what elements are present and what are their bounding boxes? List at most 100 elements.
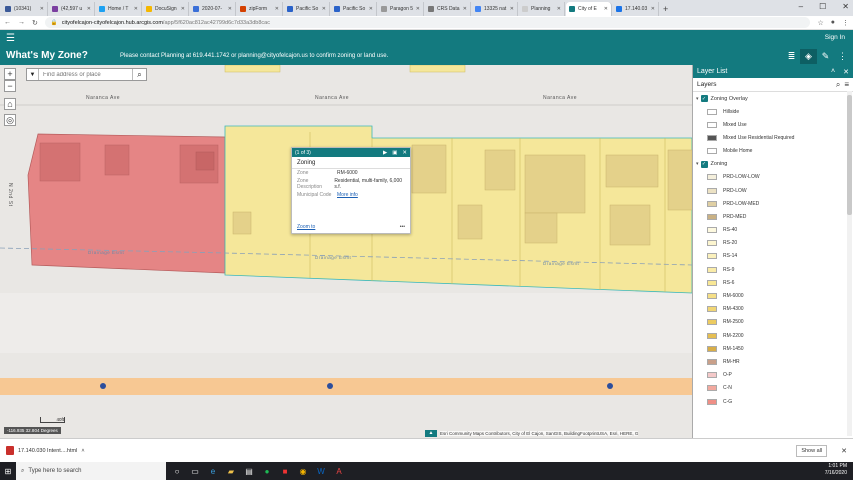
browser-tab[interactable]: (42,597 u ✕ xyxy=(49,2,95,16)
browser-tab[interactable]: Paragon 5 ✕ xyxy=(378,2,424,16)
close-tab-icon[interactable]: ✕ xyxy=(275,6,279,12)
browser-tab[interactable]: (10341) ✕ xyxy=(2,2,48,16)
browser-tab[interactable]: Planning ✕ xyxy=(519,2,565,16)
close-tab-icon[interactable]: ✕ xyxy=(134,6,138,12)
close-tab-icon[interactable]: ✕ xyxy=(228,6,232,12)
browser-tab[interactable]: Pacific So ✕ xyxy=(284,2,330,16)
easement-label: Drainage Esmt xyxy=(315,255,352,260)
minimize-icon[interactable]: – xyxy=(799,2,803,11)
browser-tab[interactable]: Home / T ✕ xyxy=(96,2,142,16)
new-tab-button[interactable]: + xyxy=(663,4,668,14)
browser-tab[interactable]: Pacific So ✕ xyxy=(331,2,377,16)
overflow-menu-icon[interactable]: ⋮ xyxy=(834,49,851,64)
browser-tab[interactable]: DocuSign ✕ xyxy=(143,2,189,16)
more-actions-icon[interactable]: ••• xyxy=(400,224,405,230)
draw-pencil-icon[interactable]: ✎ xyxy=(817,49,834,64)
reload-icon[interactable]: ↻ xyxy=(32,19,38,27)
star-icon[interactable]: ☆ xyxy=(817,19,823,27)
close-panel-icon[interactable]: ✕ xyxy=(843,68,849,76)
close-tab-icon[interactable]: ✕ xyxy=(604,6,608,12)
hamburger-menu-icon[interactable]: ☰ xyxy=(6,33,15,44)
layer-group[interactable]: ▾ ✓ Zoning xyxy=(693,158,853,171)
layer-search-icon[interactable]: ⌕ xyxy=(836,80,840,90)
close-tab-icon[interactable]: ✕ xyxy=(557,6,561,12)
windows-start-icon[interactable]: ⊞ xyxy=(0,462,16,480)
downloaded-file[interactable]: 17.140.030 Intent....html ˄ xyxy=(6,446,85,455)
cortana-icon[interactable]: ○ xyxy=(170,462,184,480)
close-popup-icon[interactable]: ✕ xyxy=(402,150,407,156)
tab-label: 2020-07- xyxy=(202,6,223,12)
word-icon[interactable]: W xyxy=(314,462,328,480)
layer-visibility-checkbox[interactable]: ✓ xyxy=(700,160,708,168)
close-tab-icon[interactable]: ✕ xyxy=(651,6,655,12)
task-view-icon[interactable]: ▭ xyxy=(188,462,202,480)
attribution-toggle-icon[interactable]: ▲ xyxy=(425,430,437,437)
map-view[interactable]: Naranca Ave Naranca Ave Naranca Ave N 2n… xyxy=(0,65,692,438)
search-source-dropdown-icon[interactable]: ▼ xyxy=(27,69,39,80)
legend-label: Mobile Home xyxy=(723,148,753,155)
legend-label: C-G xyxy=(723,398,733,405)
close-download-bar-icon[interactable]: ✕ xyxy=(841,447,847,455)
next-feature-icon[interactable]: ▶ xyxy=(383,150,387,156)
search-icon[interactable]: ⌕ xyxy=(132,69,146,80)
acrobat-icon[interactable]: A xyxy=(332,462,346,480)
browser-tab[interactable]: 17.140.03 ✕ xyxy=(613,2,659,16)
system-clock[interactable]: 1:01 PM 7/16/2020 xyxy=(825,463,847,477)
chevron-up-icon[interactable]: ˄ xyxy=(81,448,84,454)
home-icon[interactable]: ⌂ xyxy=(4,98,16,110)
expand-toggle-icon[interactable]: ▾ xyxy=(696,96,699,102)
close-tab-icon[interactable]: ✕ xyxy=(87,6,91,12)
browser-tab[interactable]: CRS Data ✕ xyxy=(425,2,471,16)
more-info-link[interactable]: More info xyxy=(337,192,358,198)
zoom-in-button[interactable]: + xyxy=(4,68,16,80)
edge-icon[interactable]: e xyxy=(206,462,220,480)
chrome-icon[interactable]: ◉ xyxy=(296,462,310,480)
panel-scrollbar-thumb[interactable] xyxy=(847,95,852,215)
sign-in-link[interactable]: Sign In xyxy=(825,34,845,41)
tab-favicon-icon xyxy=(381,6,387,12)
legend-label: RM-HR xyxy=(723,358,740,365)
show-all-button[interactable]: Show all xyxy=(796,444,828,457)
back-icon[interactable]: ← xyxy=(4,19,11,26)
close-tab-icon[interactable]: ✕ xyxy=(181,6,185,12)
layer-options-icon[interactable]: ≡ xyxy=(844,80,849,90)
dock-popup-icon[interactable]: ▣ xyxy=(392,150,397,156)
browser-menu-icon[interactable]: ⋮ xyxy=(842,19,849,27)
close-tab-icon[interactable]: ✕ xyxy=(463,6,467,12)
close-window-icon[interactable]: ✕ xyxy=(842,2,849,11)
layer-visibility-checkbox[interactable]: ✓ xyxy=(700,95,708,102)
close-tab-icon[interactable]: ✕ xyxy=(322,6,326,12)
legend-item: Hillside xyxy=(693,105,853,118)
expand-toggle-icon[interactable]: ▾ xyxy=(696,161,699,167)
forward-icon[interactable]: → xyxy=(18,19,25,26)
url-field[interactable]: 🔒 cityofelcajon-cityofelcajon.hub.arcgis… xyxy=(44,17,811,28)
browser-tab[interactable]: zipForm ✕ xyxy=(237,2,283,16)
browser-tab[interactable]: City of E ✕ xyxy=(566,2,612,16)
layers-icon[interactable]: ◈ xyxy=(800,49,817,64)
legend-swatch xyxy=(707,134,717,141)
locate-icon[interactable]: ◎ xyxy=(4,114,16,126)
browser-tab[interactable]: 13325 nat ✕ xyxy=(472,2,518,16)
zoom-out-button[interactable]: − xyxy=(4,80,16,92)
store-icon[interactable]: ▤ xyxy=(242,462,256,480)
layer-group[interactable]: ▾ ✓ Zoning Overlay xyxy=(693,92,853,105)
tab-favicon-icon xyxy=(146,6,152,12)
spotify-icon[interactable]: ● xyxy=(260,462,274,480)
collapse-panel-icon[interactable]: ˄ xyxy=(831,68,835,76)
search-input[interactable] xyxy=(39,69,132,80)
file-explorer-icon[interactable]: ▰ xyxy=(224,462,238,480)
taskbar-search[interactable]: ⌕ Type here to search xyxy=(16,462,166,480)
legend-label: RS-14 xyxy=(723,253,738,260)
legend-label: PRD-LOW-MED xyxy=(723,200,760,207)
close-tab-icon[interactable]: ✕ xyxy=(40,6,44,12)
zoom-to-link[interactable]: Zoom to xyxy=(297,224,315,230)
legend-swatch xyxy=(707,174,717,181)
browser-tab[interactable]: 2020-07- ✕ xyxy=(190,2,236,16)
legend-list-icon[interactable]: ≣ xyxy=(783,49,800,64)
close-tab-icon[interactable]: ✕ xyxy=(510,6,514,12)
maximize-icon[interactable]: ☐ xyxy=(819,2,826,11)
close-tab-icon[interactable]: ✕ xyxy=(416,6,420,12)
close-tab-icon[interactable]: ✕ xyxy=(369,6,373,12)
profile-icon[interactable]: ● xyxy=(831,19,835,26)
app-icon[interactable]: ■ xyxy=(278,462,292,480)
